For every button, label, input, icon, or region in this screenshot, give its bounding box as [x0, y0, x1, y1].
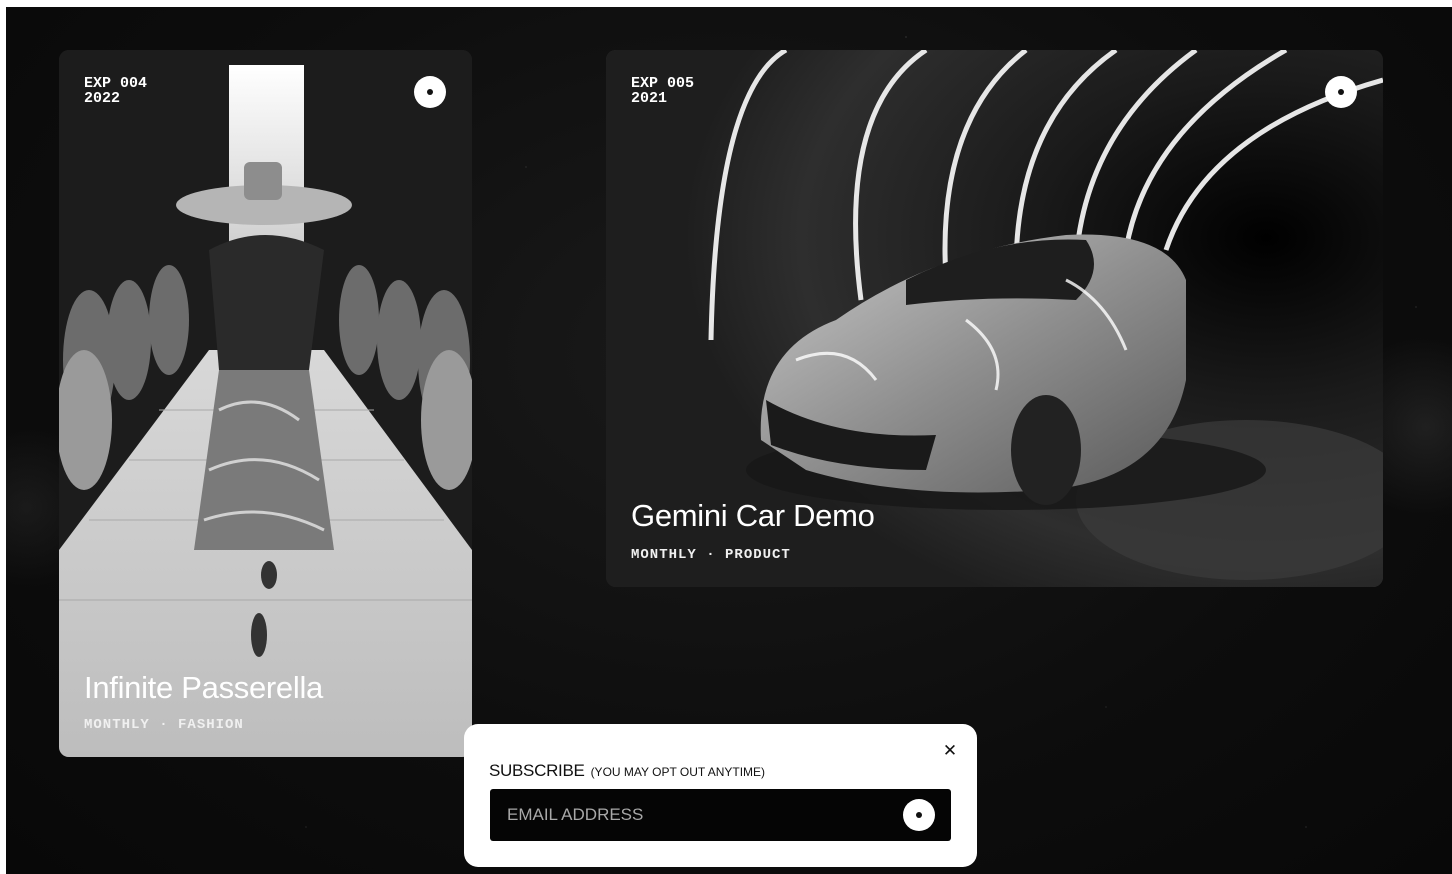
page-background: EXP 004 2022 Infinite Passerella MONTHLY…: [6, 7, 1452, 874]
subscribe-popup: SUBSCRIBE (YOU MAY OPT OUT ANYTIME) ✕: [464, 724, 977, 867]
dot-icon: [1338, 89, 1344, 95]
card-exp-number: EXP 005: [631, 75, 695, 92]
close-button[interactable]: ✕: [942, 741, 958, 761]
project-card-gemini-car-demo[interactable]: EXP 005 2021 Gemini Car Demo MONTHLY · P…: [606, 50, 1383, 587]
dot-icon: [427, 89, 433, 95]
subscribe-title: SUBSCRIBE: [489, 761, 585, 780]
card-year: 2022: [84, 90, 121, 107]
card-year: 2021: [631, 90, 668, 107]
close-icon: ✕: [942, 741, 958, 761]
card-title[interactable]: Infinite Passerella: [84, 670, 323, 706]
card-exp-number: EXP 004: [84, 75, 148, 92]
card-meta: EXP 005 2021: [631, 76, 694, 106]
card-open-button[interactable]: [414, 76, 446, 108]
card-meta: EXP 004 2022: [84, 76, 147, 106]
email-input[interactable]: [490, 789, 890, 841]
card-category: MONTHLY · FASHION: [84, 717, 244, 733]
runway-fashion-image: [59, 50, 472, 757]
subscribe-heading: SUBSCRIBE (YOU MAY OPT OUT ANYTIME): [489, 761, 765, 781]
email-field-container: [490, 789, 951, 841]
card-open-button[interactable]: [1325, 76, 1357, 108]
card-title[interactable]: Gemini Car Demo: [631, 498, 875, 534]
card-category: MONTHLY · PRODUCT: [631, 547, 791, 563]
project-card-infinite-passerella[interactable]: EXP 004 2022 Infinite Passerella MONTHLY…: [59, 50, 472, 757]
dot-icon: [916, 812, 922, 818]
subscribe-submit-button[interactable]: [903, 799, 935, 831]
subscribe-note: (YOU MAY OPT OUT ANYTIME): [590, 765, 766, 779]
